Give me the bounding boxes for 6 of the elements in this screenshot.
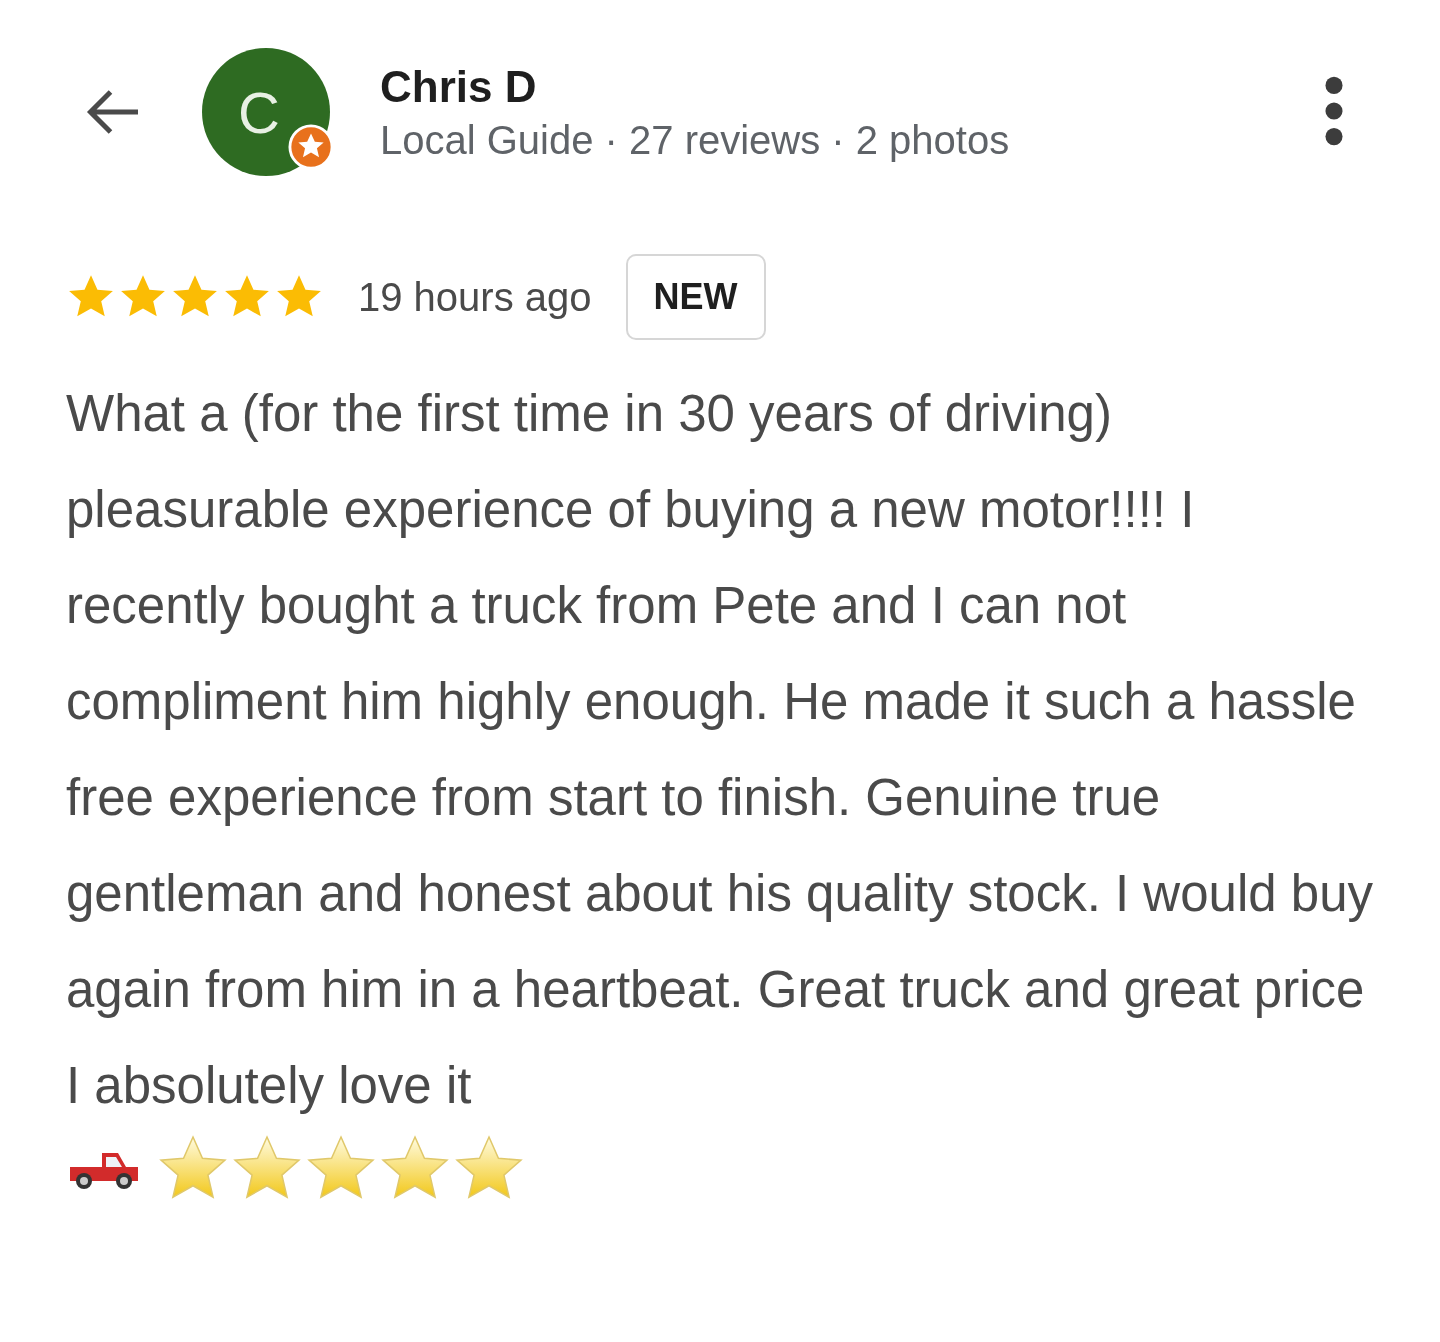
avatar: C xyxy=(202,48,330,176)
reviewer-meta: Local Guide · 27 reviews · 2 photos xyxy=(380,117,1011,163)
new-badge: NEW xyxy=(625,254,766,340)
review-time: 19 hours ago xyxy=(358,274,592,320)
review-text: What a (for the first time in 30 years of driving) pleasurable experience of buying a new motor!!!! I recently bought a truck from Pete and I can not compliment him highly enough. He made it such a hassle free experience from start to finish. Genuine true gentleman and honest about his quality stock. I would buy again from him in a heartbeat. Great truck and great price I absolutely love it xyxy=(66,384,1374,1116)
reviewer-name: Chris D xyxy=(380,61,538,112)
